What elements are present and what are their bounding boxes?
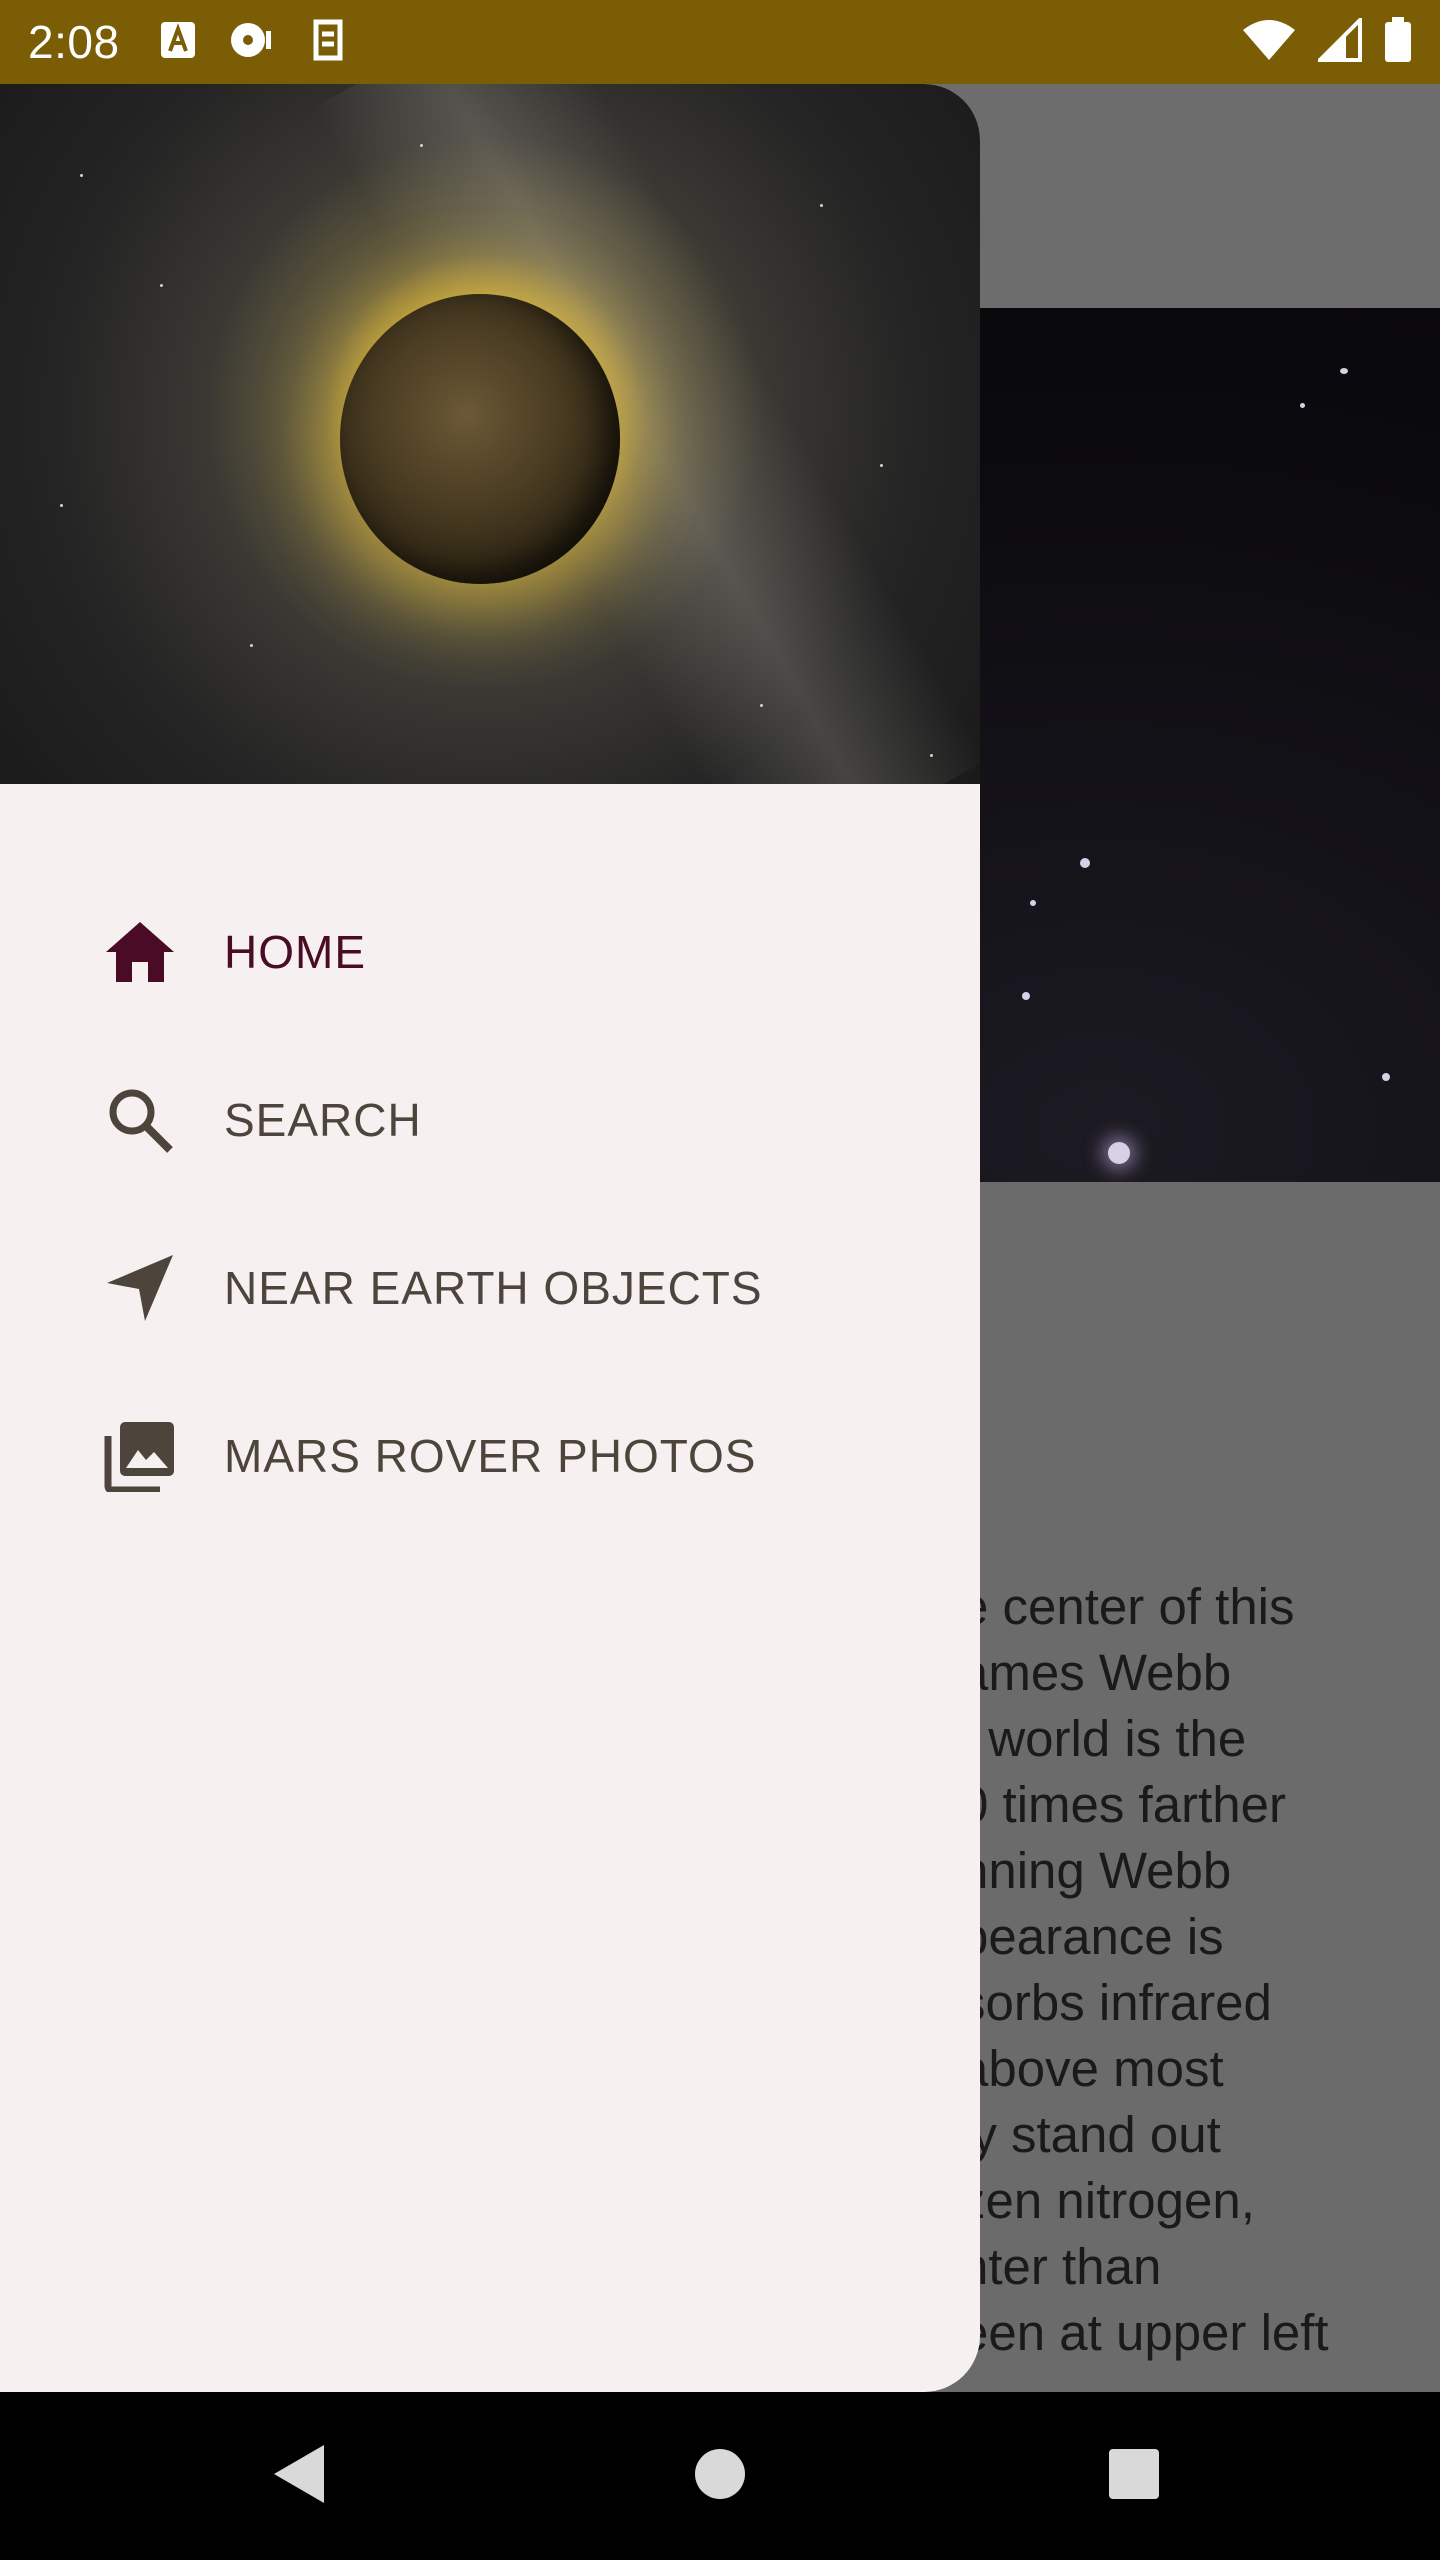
back-button[interactable] — [220, 2392, 380, 2560]
menu-item-label: NEAR EARTH OBJECTS — [224, 1262, 763, 1314]
search-icon — [100, 1080, 180, 1160]
wifi-icon — [1242, 18, 1296, 66]
font-a-icon — [160, 21, 196, 63]
text-line: ames Webb — [960, 1644, 1232, 1701]
recents-icon — [1107, 2447, 1161, 2505]
star — [760, 704, 763, 707]
status-bar: 2:08 — [0, 0, 1440, 84]
text-line: above most — [960, 2040, 1224, 2097]
drawer-menu: HOME SEARCH NEAR EARTH OBJECTS MARS ROVE… — [0, 868, 980, 1540]
home-button[interactable] — [640, 2392, 800, 2560]
planet — [340, 294, 620, 584]
star — [880, 464, 883, 467]
navigation-arrow-icon — [100, 1248, 180, 1328]
star — [420, 144, 423, 147]
menu-item-home[interactable]: HOME — [0, 868, 980, 1036]
text-line: ly stand out — [960, 2106, 1221, 2163]
signal-icon — [1315, 15, 1362, 66]
menu-item-near-earth-objects[interactable]: NEAR EARTH OBJECTS — [0, 1204, 980, 1372]
home-icon — [100, 912, 180, 992]
text-line: 0 times farther — [960, 1776, 1286, 1833]
back-icon — [272, 2443, 328, 2509]
planet-header-image — [0, 84, 980, 784]
menu-item-mars-rover-photos[interactable]: MARS ROVER PHOTOS — [0, 1372, 980, 1540]
sim-app-icon — [310, 18, 346, 66]
battery-icon — [1384, 17, 1412, 67]
star — [160, 284, 163, 287]
system-nav-bar — [0, 2392, 1440, 2560]
status-icons-right — [1242, 15, 1412, 67]
star — [60, 504, 63, 507]
text-line: pearance is — [960, 1908, 1224, 1965]
star — [1030, 900, 1036, 906]
menu-item-label: SEARCH — [224, 1094, 422, 1146]
status-icons-left — [160, 18, 346, 66]
text-line: t world is the — [960, 1710, 1247, 1767]
menu-item-label: HOME — [224, 926, 366, 978]
navigation-drawer: HOME SEARCH NEAR EARTH OBJECTS MARS ROVE… — [0, 84, 980, 2392]
star — [1022, 992, 1030, 1000]
star — [1080, 858, 1090, 868]
recents-button[interactable] — [1054, 2392, 1214, 2560]
home-circle-icon — [693, 2447, 747, 2505]
text-line: nning Webb — [960, 1842, 1232, 1899]
menu-item-label: MARS ROVER PHOTOS — [224, 1430, 757, 1482]
background-description: e center of this ames Webb t world is th… — [960, 1574, 1440, 2392]
star — [820, 204, 823, 207]
text-line: zen nitrogen, — [960, 2172, 1255, 2229]
photo-library-icon — [100, 1416, 180, 1496]
star — [1382, 1073, 1390, 1081]
text-line: e center of this — [960, 1578, 1295, 1635]
media-icon — [230, 21, 276, 63]
star — [1108, 1142, 1130, 1164]
star — [80, 174, 83, 177]
star — [930, 754, 933, 757]
star — [1340, 368, 1348, 374]
text-line: een at upper left — [960, 2304, 1329, 2361]
menu-item-search[interactable]: SEARCH — [0, 1036, 980, 1204]
text-line: nter than — [960, 2238, 1162, 2295]
text-line: sorbs infrared — [960, 1974, 1272, 2031]
star — [250, 644, 253, 647]
status-time: 2:08 — [28, 16, 120, 68]
star — [1300, 403, 1305, 408]
